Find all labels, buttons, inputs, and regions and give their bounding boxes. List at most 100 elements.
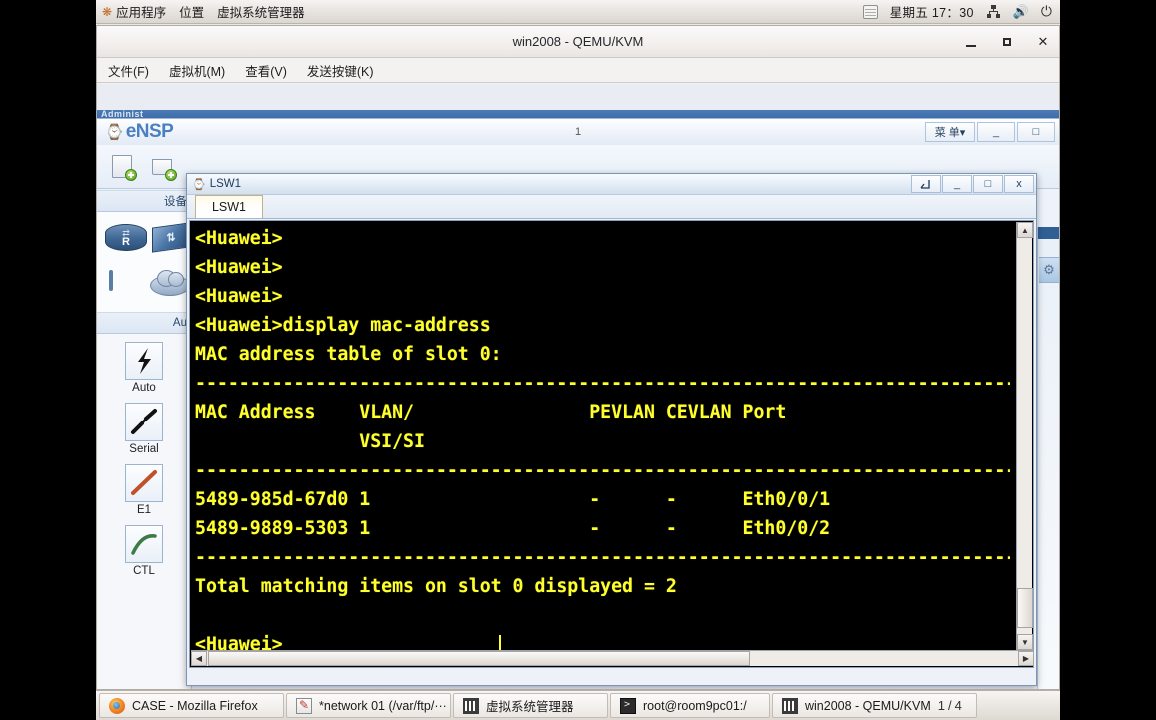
cable-item-serial[interactable]: Serial: [97, 403, 191, 455]
taskbar-item-terminal-label: root@room9pc01:/: [643, 698, 747, 713]
new-topology-icon[interactable]: [107, 151, 141, 183]
menu-virt-manager[interactable]: 虚拟系统管理器: [217, 2, 305, 21]
scroll-left-arrow-icon[interactable]: ◀: [191, 651, 207, 666]
clock-label[interactable]: 星期五 17：30: [890, 2, 974, 21]
vm-menu-view[interactable]: 查看(V): [242, 59, 290, 82]
taskbar-item-win2008-label: win2008 - QEMU/KVM: [805, 698, 931, 713]
cable-panel-header: Au: [97, 312, 191, 334]
cable-item-ctl[interactable]: CTL: [97, 525, 191, 577]
device-panel-header: 设备: [97, 190, 191, 212]
vm-minimize-button[interactable]: [963, 34, 979, 50]
taskbar-item-editor-label: *network 01 (/var/ftp/···: [319, 698, 447, 713]
calendar-icon[interactable]: [862, 4, 878, 19]
vm-menubar: 文件(F) 虚拟机(M) 查看(V) 发送按键(K): [97, 58, 1059, 83]
terminal-vertical-scrollbar[interactable]: ▲ ▼: [1016, 222, 1033, 650]
text-editor-icon: [296, 697, 312, 714]
lsw1-window-buttons: _ □ x: [911, 175, 1034, 193]
terminal-horizontal-scrollbar[interactable]: ◀ ▶: [191, 650, 1034, 666]
taskbar-item-virt-manager-label: 虚拟系统管理器: [486, 700, 574, 714]
taskbar-item-firefox[interactable]: CASE - Mozilla Firefox: [99, 693, 284, 718]
terminal-frame: <Huawei> <Huawei> <Huawei> <Huawei>displ…: [189, 220, 1034, 668]
guest-screen: Administ ⌚ eNSP 1 菜 单 ▾ _ □ 设备 ⇄ R ⇅ Au …: [97, 84, 1059, 689]
firefox-icon: [109, 697, 125, 714]
ctl-cable-icon: [125, 525, 163, 563]
taskbar-item-terminal[interactable]: root@room9pc01:/: [610, 693, 770, 718]
switch-arrows: ⇅: [166, 231, 176, 245]
vm-close-button[interactable]: ✕: [1035, 34, 1051, 50]
workspace-pager[interactable]: 1 / 4: [938, 698, 968, 713]
panel-menus: ❋ 应用程序 位置 虚拟系统管理器: [96, 2, 305, 21]
router-label: R: [122, 236, 130, 248]
horizontal-scroll-thumb[interactable]: [208, 651, 750, 666]
lsw1-maximize-button[interactable]: □: [973, 175, 1003, 193]
pager-total: 4: [954, 698, 962, 713]
vm-maximize-button[interactable]: [999, 34, 1015, 50]
vm-menu-machine[interactable]: 虚拟机(M): [166, 59, 228, 82]
lsw1-tabstrip: LSW1: [187, 195, 1036, 219]
vm-titlebar[interactable]: win2008 - QEMU/KVM ✕: [97, 26, 1059, 58]
tab-lsw1[interactable]: LSW1: [195, 195, 263, 218]
cable-item-e1[interactable]: E1: [97, 464, 191, 516]
auto-cable-label: Auto: [132, 382, 156, 394]
desktop: ❋ 应用程序 位置 虚拟系统管理器 星期五 17：30 🔊 ⏻ win2008 …: [96, 0, 1060, 720]
lsw1-titlebar[interactable]: ⌚ LSW1 _ □ x: [187, 174, 1036, 195]
pager-separator: /: [947, 698, 952, 713]
ensp-device-panel: 设备 ⇄ R ⇅ Au Auto Serial E1 CTL: [97, 190, 192, 689]
power-icon[interactable]: ⏻: [1041, 3, 1052, 20]
taskbar-item-virt-manager[interactable]: 虚拟系统管理器: [453, 693, 608, 718]
router-device[interactable]: ⇄ R: [101, 218, 147, 260]
serial-cable-label: Serial: [129, 443, 159, 455]
menu-places[interactable]: 位置: [179, 2, 204, 21]
terminal-icon: [620, 697, 636, 714]
pc-icon: [109, 270, 143, 297]
pager-current: 1: [937, 698, 945, 713]
virt-manager-icon: [463, 697, 479, 714]
menu-applications[interactable]: ❋ 应用程序: [102, 2, 166, 21]
device-grid: ⇄ R ⇅: [97, 212, 191, 312]
lsw1-window-title: LSW1: [209, 178, 242, 190]
lsw1-restore-button[interactable]: [911, 175, 941, 193]
ensp-header: ⌚ eNSP 1 菜 单 ▾ _ □: [97, 119, 1059, 145]
menu-applications-label: 应用程序: [116, 6, 167, 20]
cable-item-auto[interactable]: Auto: [97, 342, 191, 394]
vm-window: win2008 - QEMU/KVM ✕ 文件(F) 虚拟机(M) 查看(V) …: [96, 25, 1060, 690]
vm-menu-sendkey[interactable]: 发送按键(K): [304, 59, 377, 82]
vm-window-buttons: ✕: [963, 26, 1051, 58]
cloud-device[interactable]: [146, 264, 190, 306]
scroll-right-arrow-icon[interactable]: ▶: [1018, 651, 1034, 666]
taskbar: CASE - Mozilla Firefox *network 01 (/var…: [96, 690, 1060, 720]
vm-menu-file[interactable]: 文件(F): [105, 59, 152, 82]
switch-mini-icon: ⌚: [192, 178, 206, 191]
terminal-output[interactable]: <Huawei> <Huawei> <Huawei> <Huawei>displ…: [190, 221, 1010, 651]
menu-virt-manager-label: 虚拟系统管理器: [217, 6, 305, 20]
virt-manager-icon-2: [782, 697, 798, 714]
lsw1-minimize-button[interactable]: _: [942, 175, 972, 193]
switch-icon: ⇅: [152, 222, 190, 253]
scroll-up-arrow-icon[interactable]: ▲: [1017, 222, 1033, 238]
ensp-right-strip: ⚙: [1037, 227, 1059, 689]
cable-panel-header-label: Au: [172, 317, 187, 329]
volume-icon[interactable]: 🔊: [1013, 4, 1029, 20]
scroll-down-arrow-icon[interactable]: ▼: [1017, 634, 1033, 650]
gear-icon[interactable]: ⚙: [1039, 257, 1059, 283]
pc-device[interactable]: [101, 264, 142, 306]
open-topology-icon[interactable]: [147, 151, 181, 183]
vertical-scroll-thumb[interactable]: [1017, 588, 1033, 628]
taskbar-item-firefox-label: CASE - Mozilla Firefox: [132, 698, 258, 713]
cloud-icon: [150, 270, 190, 296]
router-icon: ⇄ R: [105, 224, 147, 251]
taskbar-item-win2008[interactable]: win2008 - QEMU/KVM 1 / 4: [772, 693, 977, 718]
device-panel-header-label: 设备: [164, 196, 187, 208]
lsw1-close-button[interactable]: x: [1004, 175, 1034, 193]
cable-list: Auto Serial E1 CTL: [97, 334, 191, 577]
vm-window-title: win2008 - QEMU/KVM: [512, 34, 644, 49]
auto-cable-icon: [125, 342, 163, 380]
terminal-caret: [499, 635, 501, 651]
switch-device[interactable]: ⇅: [146, 218, 190, 260]
network-icon[interactable]: [986, 4, 1001, 19]
ctl-cable-label: CTL: [133, 565, 155, 577]
terminal-text: <Huawei> <Huawei> <Huawei> <Huawei>displ…: [195, 228, 1010, 651]
lsw1-window: ⌚ LSW1 _ □ x LSW1 <Huawei> <Huawei> <Hua…: [186, 173, 1037, 686]
taskbar-item-editor[interactable]: *network 01 (/var/ftp/···: [286, 693, 451, 718]
e1-cable-label: E1: [136, 504, 152, 516]
